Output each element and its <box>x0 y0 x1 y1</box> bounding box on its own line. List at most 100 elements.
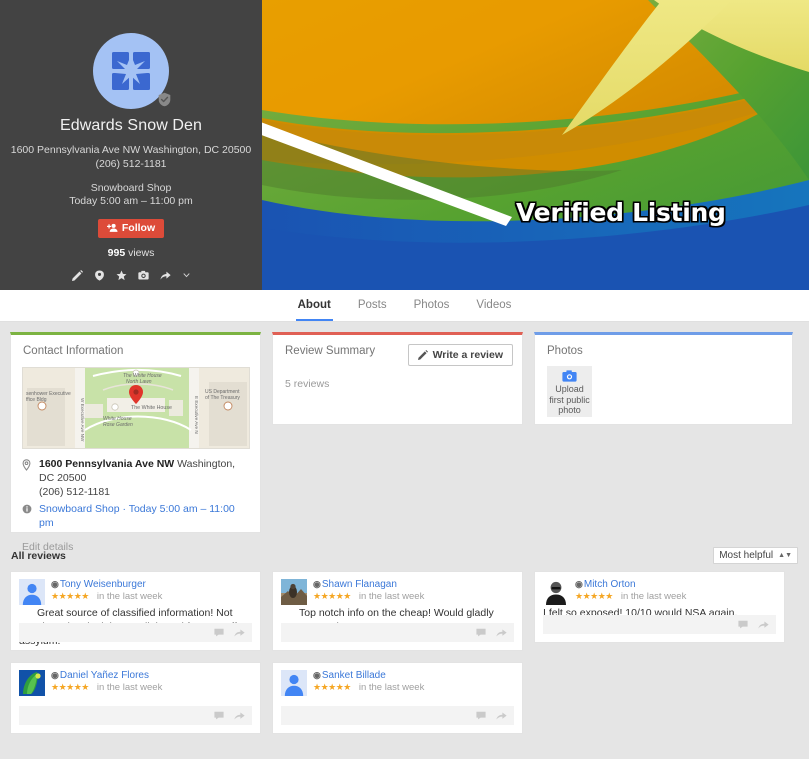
star-icon[interactable] <box>116 270 127 281</box>
comment-icon[interactable] <box>476 711 486 720</box>
business-name: Edwards Snow Den <box>0 117 262 135</box>
share-icon[interactable] <box>496 711 507 720</box>
share-icon[interactable] <box>758 620 769 629</box>
review-meta: ◉ Mitch Orton ★★★★★ in the last week <box>575 579 776 605</box>
cover-photo <box>262 0 809 290</box>
business-address-block: 1600 Pennsylvania Ave NW Washington, DC … <box>0 143 262 171</box>
review-subrow: ★★★★★ in the last week <box>313 591 514 602</box>
comment-icon[interactable] <box>214 628 224 637</box>
review-date: in the last week <box>621 591 686 602</box>
review-card[interactable]: ◉ Sanket Billade ★★★★★ in the last week <box>272 662 523 734</box>
review-subrow: ★★★★★ in the last week <box>51 591 252 602</box>
tab-videos[interactable]: Videos <box>474 290 513 321</box>
review-header: ◉ Shawn Flanagan ★★★★★ in the last week <box>281 579 514 605</box>
location-pin-icon <box>22 459 33 471</box>
share-icon[interactable] <box>234 711 245 720</box>
follow-button-label: Follow <box>122 222 155 234</box>
address-row: 1600 Pennsylvania Ave NW Washington, DC … <box>22 457 249 499</box>
reviewer-name: Mitch Orton <box>584 579 636 590</box>
review-subrow: ★★★★★ in the last week <box>575 591 776 602</box>
edit-details-link[interactable]: Edit details <box>11 533 260 553</box>
write-review-button[interactable]: Write a review <box>408 344 513 366</box>
review-footer <box>281 706 514 725</box>
review-footer <box>543 615 776 634</box>
cover-photo-art <box>262 0 809 290</box>
write-review-label: Write a review <box>433 349 503 361</box>
reviewer-name-row[interactable]: ◉ Sanket Billade <box>313 670 514 681</box>
annotation-label: Verified Listing <box>516 198 726 227</box>
reviews-sort-value: Most helpful <box>719 550 773 561</box>
star-rating: ★★★★★ <box>51 682 89 693</box>
google-plus-icon: ◉ <box>313 579 321 590</box>
review-footer <box>281 623 514 642</box>
location-map[interactable]: The White House North Lawn The White Hou… <box>22 367 250 449</box>
tab-posts[interactable]: Posts <box>356 290 389 321</box>
reviewer-name-row[interactable]: ◉ Tony Weisenburger <box>51 579 252 590</box>
share-icon[interactable] <box>234 628 245 637</box>
review-card[interactable]: ◉ Daniel Yañez Flores ★★★★★ in the last … <box>10 662 261 734</box>
reviews-grid: ◉ Tony Weisenburger ★★★★★ in the last we… <box>10 571 799 734</box>
comment-icon[interactable] <box>214 711 224 720</box>
review-date: in the last week <box>359 591 424 602</box>
review-date: in the last week <box>97 682 162 693</box>
review-date: in the last week <box>359 682 424 693</box>
review-footer <box>19 623 252 642</box>
svg-text:of The Treasury: of The Treasury <box>205 395 240 401</box>
avatar <box>281 579 307 605</box>
tab-photos[interactable]: Photos <box>412 290 452 321</box>
address-text: 1600 Pennsylvania Ave NW Washington, DC … <box>39 457 249 499</box>
review-subrow: ★★★★★ in the last week <box>313 682 514 693</box>
add-person-icon <box>107 223 118 233</box>
review-header: ◉ Daniel Yañez Flores ★★★★★ in the last … <box>19 670 252 696</box>
google-plus-icon: ◉ <box>575 579 583 590</box>
share-icon[interactable] <box>496 628 507 637</box>
review-header: ◉ Mitch Orton ★★★★★ in the last week <box>543 579 776 605</box>
follow-button[interactable]: Follow <box>98 219 164 238</box>
person-avatar-icon <box>281 670 307 696</box>
contact-information-card: Contact Information <box>10 332 261 533</box>
avatar <box>19 579 45 605</box>
camera-icon[interactable] <box>138 270 149 281</box>
svg-text:ffice Bldg: ffice Bldg <box>26 397 47 403</box>
star-rating: ★★★★★ <box>313 682 351 693</box>
map-image: The White House North Lawn The White Hou… <box>23 368 250 449</box>
reviewer-name: Sanket Billade <box>322 670 386 681</box>
reviewer-name-row[interactable]: ◉ Shawn Flanagan <box>313 579 514 590</box>
tag-icon[interactable] <box>94 270 105 281</box>
contact-card-title: Contact Information <box>11 335 260 357</box>
tab-about[interactable]: About <box>296 290 333 321</box>
contact-details: 1600 Pennsylvania Ave NW Washington, DC … <box>11 449 260 530</box>
avatar[interactable] <box>93 33 169 109</box>
svg-text:Rose Garden: Rose Garden <box>103 422 133 428</box>
review-header: ◉ Tony Weisenburger ★★★★★ in the last we… <box>19 579 252 605</box>
profile-header: Verified Listing Edwards Snow Den <box>0 0 809 290</box>
review-summary-card: Review Summary Write a review 5 reviews <box>272 332 523 425</box>
svg-text:E Executive Ave N: E Executive Ave N <box>194 396 199 434</box>
review-meta: ◉ Tony Weisenburger ★★★★★ in the last we… <box>51 579 252 605</box>
reviewer-name-row[interactable]: ◉ Mitch Orton <box>575 579 776 590</box>
star-rating: ★★★★★ <box>313 591 351 602</box>
google-plus-icon: ◉ <box>51 579 59 590</box>
info-cards-row: Contact Information <box>10 332 799 533</box>
review-card[interactable]: ◉ Tony Weisenburger ★★★★★ in the last we… <box>10 571 261 651</box>
review-card[interactable]: ◉ Mitch Orton ★★★★★ in the last week I f… <box>534 571 785 643</box>
business-phone: (206) 512-1181 <box>0 157 262 171</box>
views-label: views <box>128 247 154 259</box>
edit-icon[interactable] <box>72 270 83 281</box>
profile-panel: Edwards Snow Den 1600 Pennsylvania Ave N… <box>0 0 262 290</box>
comment-icon[interactable] <box>738 620 748 629</box>
business-address: 1600 Pennsylvania Ave NW Washington, DC … <box>0 143 262 157</box>
hours-link[interactable]: Snowboard Shop · Today 5:00 am – 11:00 p… <box>39 502 249 530</box>
upload-photo-tile[interactable]: Upload first public photo <box>547 366 592 417</box>
chevron-down-icon[interactable] <box>182 271 191 280</box>
review-subrow: ★★★★★ in the last week <box>51 682 252 693</box>
reviewer-name-row[interactable]: ◉ Daniel Yañez Flores <box>51 670 252 681</box>
share-icon[interactable] <box>160 270 171 281</box>
avatar <box>543 579 569 605</box>
review-card[interactable]: ◉ Shawn Flanagan ★★★★★ in the last week … <box>272 571 523 651</box>
photo-avatar-icon <box>281 579 307 605</box>
comment-icon[interactable] <box>476 628 486 637</box>
star-rating: ★★★★★ <box>575 591 613 602</box>
reviews-sort-select[interactable]: Most helpful ▲▼ <box>713 547 798 564</box>
reviewer-name: Daniel Yañez Flores <box>60 670 149 681</box>
